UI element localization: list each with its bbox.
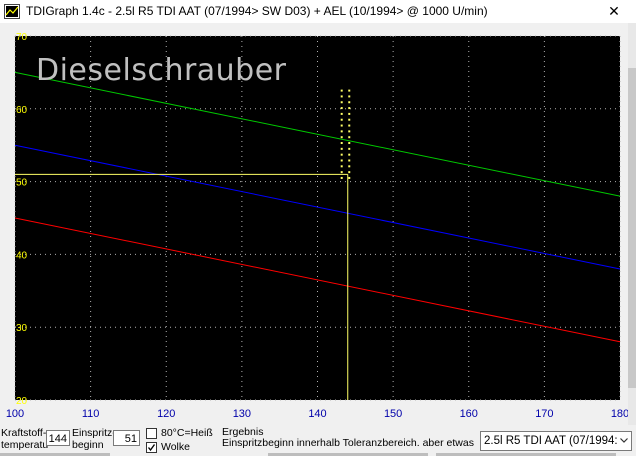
tolerance-dot [340,107,343,110]
tolerance-dot [348,112,351,115]
tolerance-dot [340,165,343,168]
tolerance-dot [348,107,351,110]
y-tick-label: 70 [16,32,28,43]
tolerance-dot [340,171,343,174]
watermark-text: Dieselschrauber [36,53,287,88]
injection-timing-chart[interactable]: 100 110 120 130 140 150 160 170 180 20 30 40 50 60 70 … [0,23,636,425]
x-tick-label: 130 [233,408,251,420]
hot-checkbox[interactable] [146,428,157,439]
hot-checkbox-label: 80°C=Heiß [161,427,213,439]
x-tick-label: 110 [82,408,100,420]
injection-start-input[interactable]: 51 [113,430,140,446]
engine-select[interactable]: 2.5l R5 TDI AAT (07/1994: [480,431,632,451]
fuel-temp-input[interactable]: 144 [46,430,70,446]
tolerance-dot [340,136,343,139]
control-panel: Kraftstoff- temperatu 144 Einspritz- beg… [0,425,636,456]
tolerance-dot [340,95,343,98]
y-tick-label: 20 [16,396,28,407]
tolerance-dot [348,89,351,92]
app-icon [4,4,20,19]
y-tick-label: 50 [16,178,28,189]
y-tick-label: 30 [16,323,28,334]
window-title: TDIGraph 1.4c - 2.5l R5 TDI AAT (07/1994… [26,4,488,18]
tolerance-dot [348,176,351,179]
x-tick-label: 180 [611,408,628,420]
x-tick-label: 150 [384,408,402,420]
tolerance-dot [348,171,351,174]
tolerance-dot [348,118,351,121]
tolerance-dot [348,153,351,156]
tolerance-dot [348,101,351,104]
tolerance-dot [340,130,343,133]
tolerance-dot [340,153,343,156]
result-text: Einspritzbeginn innerhalb Toleranzbereic… [222,437,474,449]
tolerance-dot [348,142,351,145]
x-tick-label: 100 [6,408,24,420]
tolerance-dot [340,176,343,179]
cloud-checkbox-label: Wolke [161,441,190,453]
y-tick-label: 60 [16,105,28,116]
tolerance-dot [340,142,343,145]
engine-select-value: 2.5l R5 TDI AAT (07/1994: [484,435,618,447]
tolerance-dot [340,112,343,115]
cloud-checkbox[interactable] [146,442,157,453]
checkmark-icon [147,444,156,452]
x-tick-label: 170 [535,408,553,420]
tolerance-dot [340,159,343,162]
y-tick-label: 40 [16,250,28,261]
tolerance-dot [348,136,351,139]
tolerance-dot [348,147,351,150]
tolerance-dot [348,95,351,98]
fuel-temp-label: Kraftstoff- [1,427,47,439]
tolerance-dot [348,165,351,168]
x-tick-label: 120 [157,408,175,420]
fuel-temp-label-line2: temperatu [1,439,49,451]
tolerance-dot [340,124,343,127]
tolerance-dot [348,159,351,162]
tolerance-dot [340,89,343,92]
x-tick-label: 140 [308,408,326,420]
scrollbar-thumb[interactable] [628,68,636,388]
injection-start-label: Einspritz- [72,427,116,439]
close-icon: ✕ [608,3,620,19]
tolerance-dot [348,124,351,127]
chevron-down-icon [620,438,628,443]
tolerance-dot [340,147,343,150]
tolerance-dot [348,130,351,133]
tolerance-dot [340,118,343,121]
injection-start-label-line2: beginn [72,439,104,451]
title-bar: TDIGraph 1.4c - 2.5l R5 TDI AAT (07/1994… [0,0,636,24]
x-tick-label: 160 [460,408,478,420]
close-button[interactable]: ✕ [592,0,636,23]
tolerance-dot [340,101,343,104]
